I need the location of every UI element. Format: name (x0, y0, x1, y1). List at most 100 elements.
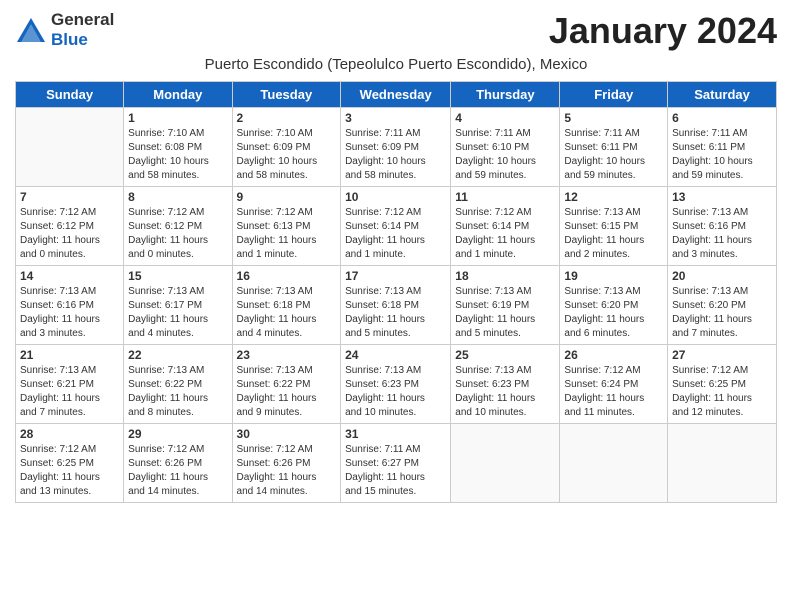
logo-general-text: General (51, 10, 114, 30)
day-number: 3 (345, 111, 446, 125)
day-number: 5 (564, 111, 663, 125)
calendar-cell: 20 Sunrise: 7:13 AM Sunset: 6:20 PM Dayli… (668, 266, 777, 345)
weekday-header-sunday: Sunday (16, 82, 124, 108)
day-info: Sunrise: 7:12 AM Sunset: 6:12 PM Dayligh… (20, 206, 119, 262)
day-number: 10 (345, 190, 446, 204)
day-info: Sunrise: 7:10 AM Sunset: 6:08 PM Dayligh… (128, 127, 227, 183)
week-row-1: 1 Sunrise: 7:10 AM Sunset: 6:08 PM Daylig… (16, 108, 777, 187)
calendar-cell: 31 Sunrise: 7:11 AM Sunset: 6:27 PM Dayli… (341, 424, 451, 503)
day-number: 8 (128, 190, 227, 204)
calendar-cell: 16 Sunrise: 7:13 AM Sunset: 6:18 PM Dayli… (232, 266, 341, 345)
day-number: 31 (345, 427, 446, 441)
day-number: 28 (20, 427, 119, 441)
calendar-cell: 25 Sunrise: 7:13 AM Sunset: 6:23 PM Dayli… (451, 345, 560, 424)
day-info: Sunrise: 7:13 AM Sunset: 6:20 PM Dayligh… (564, 285, 663, 341)
day-info: Sunrise: 7:11 AM Sunset: 6:11 PM Dayligh… (672, 127, 772, 183)
day-info: Sunrise: 7:12 AM Sunset: 6:13 PM Dayligh… (237, 206, 337, 262)
day-number: 24 (345, 348, 446, 362)
day-number: 19 (564, 269, 663, 283)
calendar-cell: 26 Sunrise: 7:12 AM Sunset: 6:24 PM Dayli… (560, 345, 668, 424)
day-info: Sunrise: 7:13 AM Sunset: 6:22 PM Dayligh… (128, 364, 227, 420)
calendar: SundayMondayTuesdayWednesdayThursdayFrid… (15, 81, 777, 503)
logo: General Blue (15, 10, 114, 50)
weekday-header-wednesday: Wednesday (341, 82, 451, 108)
calendar-cell: 12 Sunrise: 7:13 AM Sunset: 6:15 PM Dayli… (560, 187, 668, 266)
day-info: Sunrise: 7:12 AM Sunset: 6:14 PM Dayligh… (455, 206, 555, 262)
day-info: Sunrise: 7:11 AM Sunset: 6:10 PM Dayligh… (455, 127, 555, 183)
logo-icon (15, 14, 47, 46)
calendar-cell: 28 Sunrise: 7:12 AM Sunset: 6:25 PM Dayli… (16, 424, 124, 503)
calendar-cell: 24 Sunrise: 7:13 AM Sunset: 6:23 PM Dayli… (341, 345, 451, 424)
day-info: Sunrise: 7:13 AM Sunset: 6:16 PM Dayligh… (672, 206, 772, 262)
day-number: 6 (672, 111, 772, 125)
day-number: 21 (20, 348, 119, 362)
calendar-cell (668, 424, 777, 503)
header: General Blue January 2024 (15, 10, 777, 52)
calendar-cell: 5 Sunrise: 7:11 AM Sunset: 6:11 PM Daylig… (560, 108, 668, 187)
day-number: 22 (128, 348, 227, 362)
day-info: Sunrise: 7:12 AM Sunset: 6:14 PM Dayligh… (345, 206, 446, 262)
day-number: 14 (20, 269, 119, 283)
calendar-cell: 30 Sunrise: 7:12 AM Sunset: 6:26 PM Dayli… (232, 424, 341, 503)
calendar-cell: 27 Sunrise: 7:12 AM Sunset: 6:25 PM Dayli… (668, 345, 777, 424)
day-info: Sunrise: 7:12 AM Sunset: 6:26 PM Dayligh… (128, 443, 227, 499)
day-number: 12 (564, 190, 663, 204)
day-number: 7 (20, 190, 119, 204)
day-info: Sunrise: 7:12 AM Sunset: 6:26 PM Dayligh… (237, 443, 337, 499)
day-number: 30 (237, 427, 337, 441)
logo-blue-text: Blue (51, 30, 114, 50)
day-info: Sunrise: 7:13 AM Sunset: 6:18 PM Dayligh… (345, 285, 446, 341)
day-info: Sunrise: 7:11 AM Sunset: 6:09 PM Dayligh… (345, 127, 446, 183)
week-row-2: 7 Sunrise: 7:12 AM Sunset: 6:12 PM Daylig… (16, 187, 777, 266)
calendar-cell (560, 424, 668, 503)
day-number: 4 (455, 111, 555, 125)
day-number: 13 (672, 190, 772, 204)
day-info: Sunrise: 7:12 AM Sunset: 6:24 PM Dayligh… (564, 364, 663, 420)
weekday-header-thursday: Thursday (451, 82, 560, 108)
day-number: 29 (128, 427, 227, 441)
day-info: Sunrise: 7:12 AM Sunset: 6:25 PM Dayligh… (672, 364, 772, 420)
weekday-header-saturday: Saturday (668, 82, 777, 108)
weekday-header-monday: Monday (124, 82, 232, 108)
day-number: 2 (237, 111, 337, 125)
day-info: Sunrise: 7:13 AM Sunset: 6:22 PM Dayligh… (237, 364, 337, 420)
day-info: Sunrise: 7:13 AM Sunset: 6:18 PM Dayligh… (237, 285, 337, 341)
calendar-cell: 23Sunrise: 7:13 AM Sunset: 6:22 PM Dayli… (232, 345, 341, 424)
calendar-cell: 6 Sunrise: 7:11 AM Sunset: 6:11 PM Daylig… (668, 108, 777, 187)
day-number: 16 (237, 269, 337, 283)
calendar-cell: 4 Sunrise: 7:11 AM Sunset: 6:10 PM Daylig… (451, 108, 560, 187)
day-number: 27 (672, 348, 772, 362)
weekday-header-tuesday: Tuesday (232, 82, 341, 108)
day-number: 1 (128, 111, 227, 125)
day-info: Sunrise: 7:13 AM Sunset: 6:19 PM Dayligh… (455, 285, 555, 341)
calendar-cell: 15Sunrise: 7:13 AM Sunset: 6:17 PM Dayli… (124, 266, 232, 345)
day-info: Sunrise: 7:11 AM Sunset: 6:11 PM Dayligh… (564, 127, 663, 183)
day-info: Sunrise: 7:13 AM Sunset: 6:16 PM Dayligh… (20, 285, 119, 341)
calendar-cell: 22 Sunrise: 7:13 AM Sunset: 6:22 PM Dayli… (124, 345, 232, 424)
day-number: 18 (455, 269, 555, 283)
calendar-cell (451, 424, 560, 503)
week-row-3: 14 Sunrise: 7:13 AM Sunset: 6:16 PM Dayli… (16, 266, 777, 345)
calendar-cell: 3 Sunrise: 7:11 AM Sunset: 6:09 PM Daylig… (341, 108, 451, 187)
day-info: Sunrise: 7:11 AM Sunset: 6:27 PM Dayligh… (345, 443, 446, 499)
month-title: January 2024 (549, 10, 777, 52)
day-info: Sunrise: 7:13 AM Sunset: 6:15 PM Dayligh… (564, 206, 663, 262)
calendar-cell: 19 Sunrise: 7:13 AM Sunset: 6:20 PM Dayli… (560, 266, 668, 345)
day-info: Sunrise: 7:13 AM Sunset: 6:23 PM Dayligh… (455, 364, 555, 420)
day-info: Sunrise: 7:12 AM Sunset: 6:25 PM Dayligh… (20, 443, 119, 499)
day-info: Sunrise: 7:10 AM Sunset: 6:09 PM Dayligh… (237, 127, 337, 183)
calendar-cell: 11Sunrise: 7:12 AM Sunset: 6:14 PM Dayli… (451, 187, 560, 266)
day-number: 25 (455, 348, 555, 362)
calendar-cell: 29 Sunrise: 7:12 AM Sunset: 6:26 PM Dayli… (124, 424, 232, 503)
calendar-cell: 8 Sunrise: 7:12 AM Sunset: 6:12 PM Daylig… (124, 187, 232, 266)
calendar-cell: 13 Sunrise: 7:13 AM Sunset: 6:16 PM Dayli… (668, 187, 777, 266)
day-number: 20 (672, 269, 772, 283)
day-number: 9 (237, 190, 337, 204)
calendar-cell (16, 108, 124, 187)
day-info: Sunrise: 7:13 AM Sunset: 6:20 PM Dayligh… (672, 285, 772, 341)
day-info: Sunrise: 7:13 AM Sunset: 6:23 PM Dayligh… (345, 364, 446, 420)
day-info: Sunrise: 7:12 AM Sunset: 6:12 PM Dayligh… (128, 206, 227, 262)
calendar-cell: 17Sunrise: 7:13 AM Sunset: 6:18 PM Dayli… (341, 266, 451, 345)
day-number: 26 (564, 348, 663, 362)
calendar-cell: 1 Sunrise: 7:10 AM Sunset: 6:08 PM Daylig… (124, 108, 232, 187)
